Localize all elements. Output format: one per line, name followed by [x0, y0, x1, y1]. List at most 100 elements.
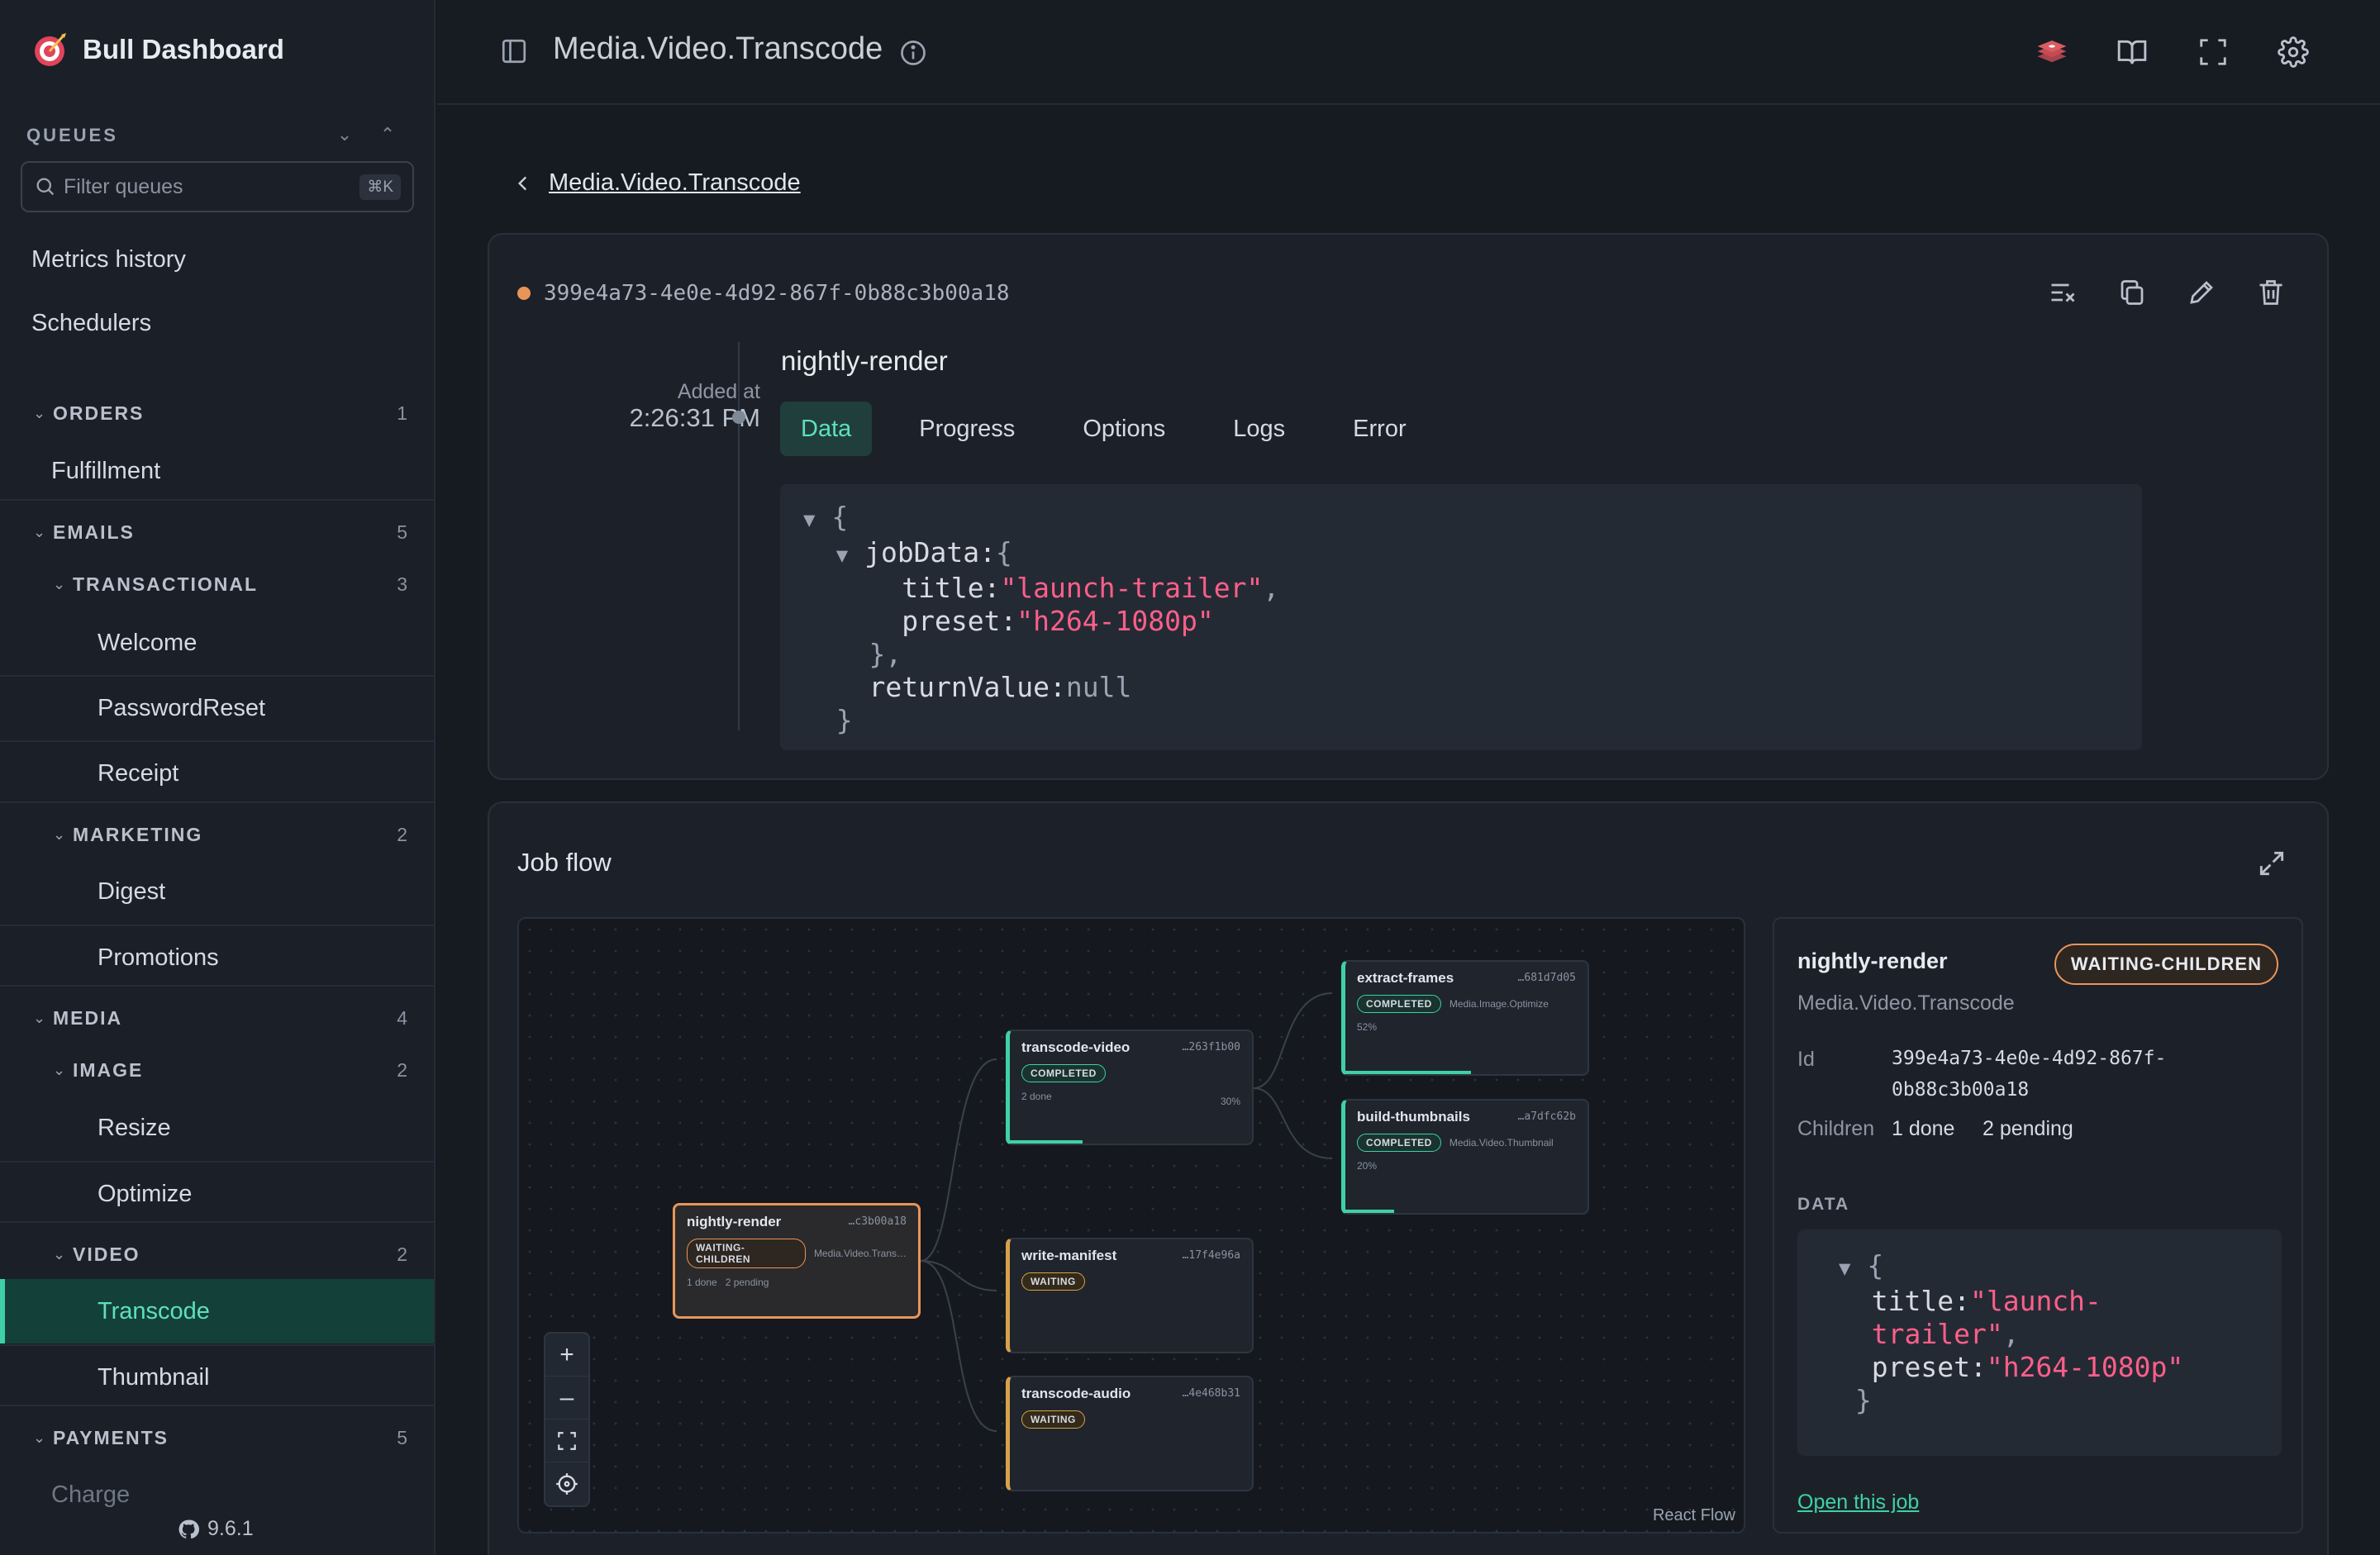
queue-item-fulfillment[interactable]: Fulfillment [0, 439, 434, 503]
settings-gear-icon[interactable] [2276, 35, 2311, 69]
status-badge: WAITING [1021, 1272, 1085, 1291]
chevron-down-icon: ⌄ [33, 1009, 46, 1026]
queue-item-receipt[interactable]: Receipt [0, 740, 434, 805]
json-key: title: [1871, 1285, 1970, 1317]
queue-item-thumbnail[interactable]: Thumbnail [0, 1344, 434, 1409]
sidebar-toggle-icon[interactable] [499, 36, 529, 66]
detail-status-badge: WAITING-CHILDREN [2054, 944, 2278, 985]
expand-icon[interactable] [2256, 848, 2287, 879]
queue-item-resize[interactable]: Resize [0, 1096, 434, 1160]
clear-logs-icon[interactable] [2048, 278, 2078, 307]
status-badge: WAITING [1021, 1410, 1085, 1429]
brand[interactable]: Bull Dashboard [31, 31, 284, 68]
group-video[interactable]: ⌄ VIDEO 2 [0, 1221, 434, 1286]
github-icon [178, 1519, 199, 1538]
flow-node-transcode-video[interactable]: transcode-video …263f1b00 COMPLETED 2 do… [1006, 1030, 1254, 1145]
back-link-label: Media.Video.Transcode [549, 169, 801, 196]
group-image-label: IMAGE [73, 1058, 144, 1081]
job-data-json: ▼ { ▼ jobData:{ title:"launch-trailer", … [780, 484, 2142, 750]
flow-node-write-manifest[interactable]: write-manifest …17f4e96a WAITING [1006, 1238, 1254, 1353]
collapse-toggle[interactable]: ▼ [803, 508, 815, 531]
tab-error[interactable]: Error [1332, 402, 1426, 456]
flow-canvas[interactable]: nightly-render …c3b00a18 WAITING-CHILDRE… [517, 917, 1745, 1534]
redis-icon[interactable] [2035, 35, 2069, 69]
node-id: …681d7d05 [1517, 972, 1576, 984]
collapse-all-icon[interactable]: ⌄ [332, 122, 357, 147]
docs-book-icon[interactable] [2115, 35, 2149, 69]
center-crosshair-icon[interactable] [545, 1462, 588, 1505]
zoom-out-icon[interactable]: – [545, 1377, 588, 1419]
flow-node-nightly-render[interactable]: nightly-render …c3b00a18 WAITING-CHILDRE… [673, 1203, 921, 1319]
group-media-count: 4 [397, 1006, 407, 1029]
queue-item-digest[interactable]: Digest [0, 859, 434, 924]
open-this-job-link[interactable]: Open this job [1797, 1491, 1919, 1515]
fit-view-icon[interactable] [545, 1419, 588, 1462]
schedulers-link[interactable]: Schedulers [31, 310, 151, 337]
expand-all-icon[interactable]: ⌃ [375, 122, 400, 147]
queue-item-transcode[interactable]: Transcode [0, 1279, 434, 1343]
tab-options[interactable]: Options [1062, 402, 1186, 456]
page-title: Media.Video.Transcode [553, 31, 883, 66]
edit-pencil-icon[interactable] [2187, 278, 2216, 307]
node-id: …c3b00a18 [848, 1215, 907, 1228]
group-transactional-count: 3 [397, 573, 407, 595]
queue-item-promotions[interactable]: Promotions [0, 925, 434, 989]
detail-data-json: ▼ { title:"launch- trailer", preset:"h26… [1797, 1229, 2282, 1456]
status-badge: COMPLETED [1357, 995, 1441, 1013]
group-video-label: VIDEO [73, 1243, 140, 1265]
tab-progress[interactable]: Progress [898, 402, 1035, 456]
search-icon [36, 178, 55, 196]
status-dot [517, 287, 531, 300]
node-progress-bar [1345, 1071, 1472, 1074]
queue-item-optimize[interactable]: Optimize [0, 1161, 434, 1225]
collapse-toggle[interactable]: ▼ [1839, 1257, 1850, 1280]
filter-queues-input[interactable] [64, 174, 360, 199]
group-transactional[interactable]: ⌄ TRANSACTIONAL 3 [0, 552, 434, 616]
detail-data-label: DATA [1797, 1195, 1850, 1214]
timeline-line [738, 342, 740, 730]
collapse-toggle[interactable]: ▼ [836, 544, 848, 567]
json-key: jobData: [864, 536, 997, 568]
job-card: 399e4a73-4e0e-4d92-867f-0b88c3b00a18 Add… [488, 233, 2329, 780]
json-value: "launch- [1969, 1285, 2102, 1317]
group-image[interactable]: ⌄ IMAGE 2 [0, 1038, 434, 1102]
chevron-down-icon: ⌄ [53, 1245, 66, 1263]
metrics-history-link[interactable]: Metrics history [31, 246, 186, 273]
version-footer[interactable]: 9.6.1 [178, 1517, 254, 1541]
filter-queues-field[interactable]: ⌘K [21, 161, 414, 212]
chevron-down-icon: ⌄ [33, 404, 46, 421]
job-tabs: Data Progress Options Logs Error [780, 402, 1454, 456]
flow-node-extract-frames[interactable]: extract-frames …681d7d05 COMPLETED Media… [1341, 960, 1589, 1076]
tab-logs[interactable]: Logs [1212, 402, 1306, 456]
json-key: returnValue: [869, 671, 1066, 703]
info-icon[interactable] [898, 38, 928, 68]
trash-icon[interactable] [2256, 278, 2286, 307]
group-payments-label: PAYMENTS [53, 1426, 169, 1448]
queue-item-passwordreset[interactable]: PasswordReset [0, 675, 434, 739]
version-label: 9.6.1 [207, 1517, 254, 1540]
queue-item-welcome[interactable]: Welcome [0, 611, 434, 675]
group-payments[interactable]: ⌄ PAYMENTS 5 [0, 1405, 434, 1469]
node-progress-pct: 30% [1220, 1096, 1240, 1107]
flow-node-build-thumbnails[interactable]: build-thumbnails …a7dfc62b COMPLETED Med… [1341, 1099, 1589, 1215]
fullscreen-icon[interactable] [2196, 35, 2230, 69]
zoom-in-icon[interactable]: + [545, 1334, 588, 1377]
queues-label: QUEUES [26, 125, 118, 145]
detail-queue: Media.Video.Transcode [1797, 991, 2015, 1015]
job-id-row: 399e4a73-4e0e-4d92-867f-0b88c3b00a18 [517, 281, 1010, 306]
chevron-down-icon: ⌄ [33, 1429, 46, 1446]
node-pending: 2 pending [725, 1277, 769, 1288]
node-queue: Media.Video.Trans… [813, 1248, 907, 1259]
json-key: preset: [1871, 1351, 1987, 1383]
group-marketing[interactable]: ⌄ MARKETING 2 [0, 801, 434, 866]
node-progress-bar [1010, 1140, 1083, 1144]
group-orders-count: 1 [397, 402, 407, 424]
detail-children-pending: 2 pending [1983, 1117, 2073, 1140]
duplicate-icon[interactable] [2117, 278, 2147, 307]
tab-data[interactable]: Data [780, 402, 873, 456]
react-flow-attribution[interactable]: React Flow [1653, 1506, 1735, 1525]
flow-node-transcode-audio[interactable]: transcode-audio …4e468b31 WAITING [1006, 1376, 1254, 1491]
group-orders[interactable]: ⌄ ORDERS 1 [0, 381, 434, 445]
node-detail-panel: nightly-render WAITING-CHILDREN Media.Vi… [1773, 917, 2303, 1534]
back-link[interactable]: Media.Video.Transcode [512, 169, 801, 197]
